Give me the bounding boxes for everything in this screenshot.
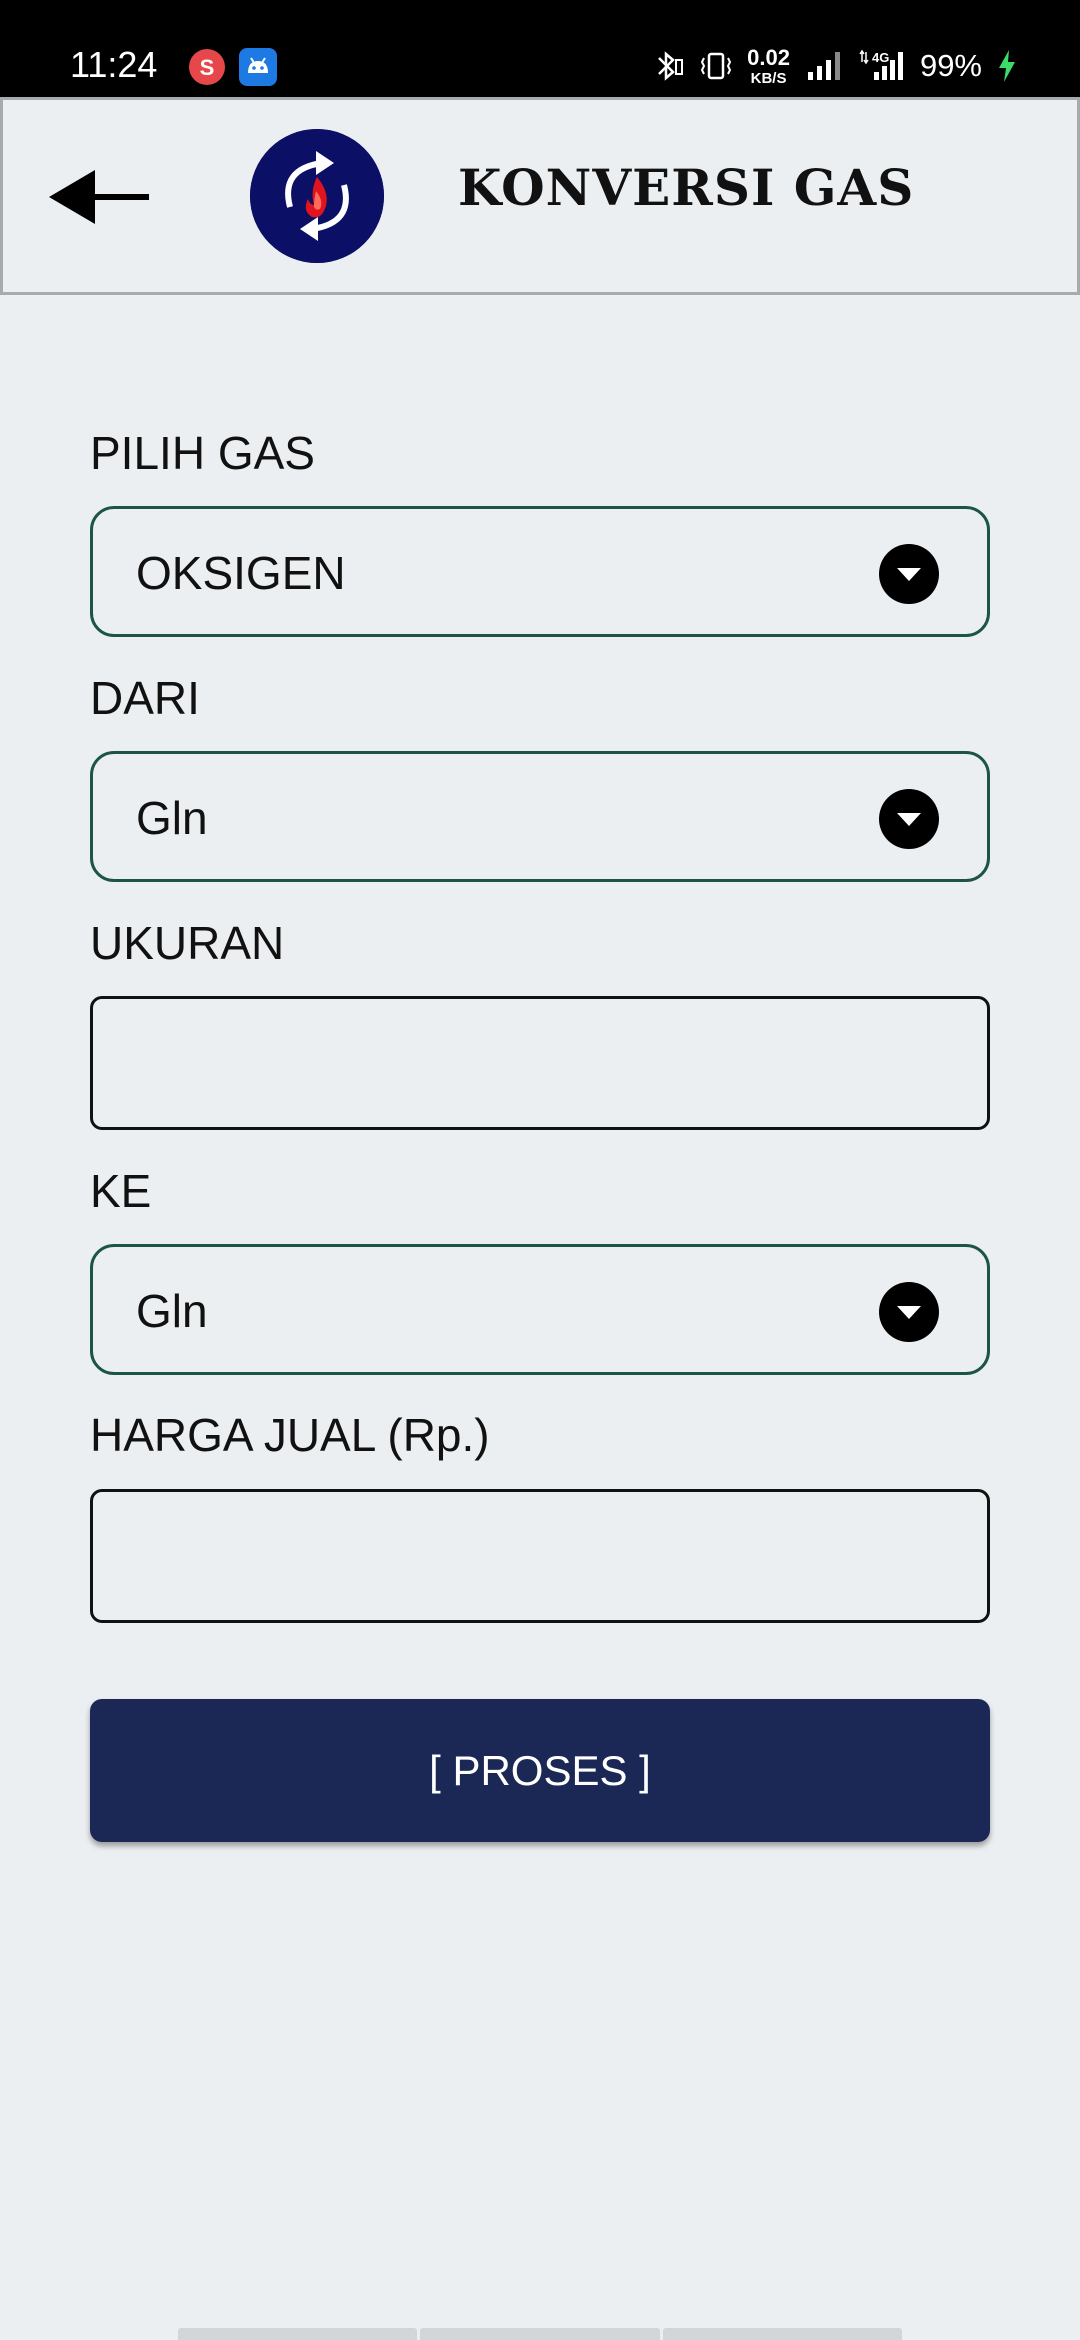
bluetooth-icon bbox=[649, 48, 685, 84]
gas-label: PILIH GAS bbox=[90, 427, 315, 479]
nav-handle-segment bbox=[662, 2328, 902, 2340]
nav-handle-segment bbox=[178, 2328, 418, 2340]
price-input[interactable] bbox=[90, 1489, 990, 1623]
status-icons: 0.02 KB/S 4G 99% bbox=[649, 44, 1018, 88]
from-unit-label: DARI bbox=[90, 672, 200, 724]
app-logo bbox=[250, 129, 384, 263]
charging-icon bbox=[996, 48, 1018, 84]
to-unit-label: KE bbox=[90, 1165, 152, 1217]
from-unit-select[interactable]: Gln bbox=[90, 751, 990, 882]
s-app-icon: S bbox=[188, 48, 226, 86]
gas-select[interactable]: OKSIGEN bbox=[90, 506, 990, 637]
size-input[interactable] bbox=[90, 996, 990, 1130]
signal-icon bbox=[804, 48, 844, 84]
net-speed-unit: KB/S bbox=[750, 69, 787, 87]
process-button[interactable]: [ PROSES ] bbox=[90, 1699, 990, 1842]
chevron-down-icon bbox=[879, 789, 939, 849]
gas-conversion-logo bbox=[250, 129, 384, 263]
size-label: UKURAN bbox=[90, 917, 285, 969]
svg-text:S: S bbox=[200, 55, 215, 80]
nav-handle-segment bbox=[420, 2328, 660, 2340]
net-speed-value: 0.02 bbox=[747, 44, 790, 70]
page-title: KONVERSI GAS bbox=[458, 158, 915, 217]
from-unit-select-value: Gln bbox=[136, 792, 208, 844]
vibrate-icon bbox=[699, 48, 733, 84]
back-button[interactable] bbox=[45, 158, 155, 238]
app-bar: KONVERSI GAS bbox=[0, 97, 1080, 295]
net-speed: 0.02 KB/S bbox=[747, 44, 790, 87]
android-icon bbox=[239, 48, 277, 86]
status-time: 11:24 bbox=[70, 44, 158, 85]
arrow-left-icon bbox=[49, 170, 149, 224]
signal-4g-icon: 4G bbox=[858, 48, 906, 84]
gas-select-value: OKSIGEN bbox=[136, 547, 346, 599]
price-label: HARGA JUAL (Rp.) bbox=[90, 1409, 490, 1461]
chevron-down-icon bbox=[879, 544, 939, 604]
battery-percent: 99% bbox=[919, 48, 982, 83]
navigation-handle bbox=[178, 2328, 902, 2340]
status-bar: 11:24 S 0.02 KB/S 4G 99% bbox=[0, 0, 1080, 97]
network-type-label: 4G bbox=[872, 50, 889, 65]
chevron-down-icon bbox=[879, 1282, 939, 1342]
to-unit-select-value: Gln bbox=[136, 1285, 208, 1337]
to-unit-select[interactable]: Gln bbox=[90, 1244, 990, 1375]
